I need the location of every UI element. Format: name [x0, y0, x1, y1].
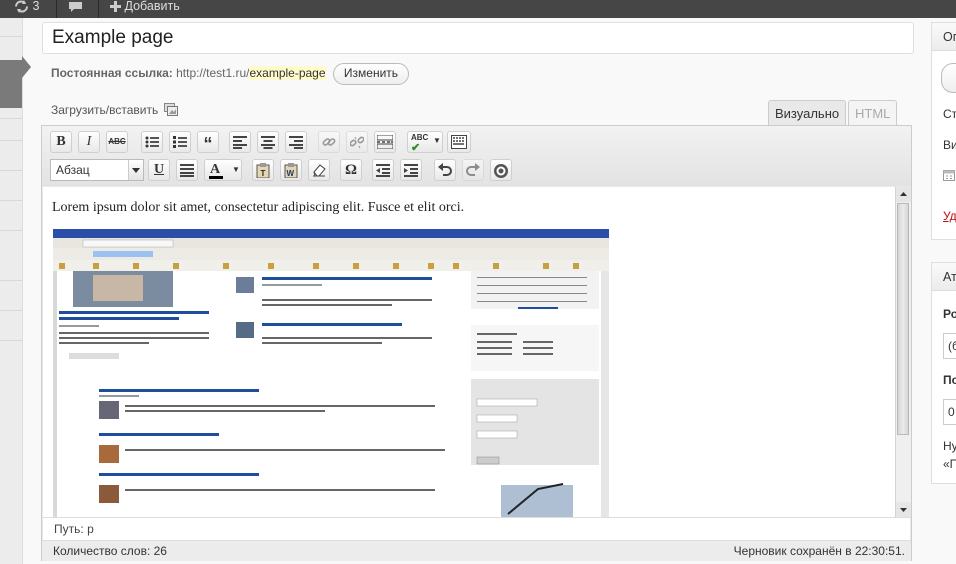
- parent-label: Ро: [943, 307, 956, 321]
- bullet-list-icon[interactable]: [141, 131, 163, 153]
- help-icon[interactable]: [490, 159, 512, 181]
- undo-icon[interactable]: [434, 159, 456, 181]
- comments-item[interactable]: [68, 0, 83, 18]
- plus-icon: [110, 1, 121, 13]
- menu-divider: [0, 200, 22, 201]
- help-text-line2: «П: [943, 457, 956, 471]
- scroll-down-icon[interactable]: [896, 502, 911, 517]
- menu-divider: [0, 280, 22, 281]
- admin-bar: 3 Добавить: [0, 0, 956, 18]
- menu-divider: [0, 140, 22, 141]
- strikethrough-icon[interactable]: ABC: [106, 131, 128, 153]
- help-text-line1: Ну: [943, 439, 956, 453]
- link-icon[interactable]: [318, 131, 340, 153]
- content-paragraph: Lorem ipsum dolor sit amet, consectetur …: [52, 200, 465, 215]
- add-new-item[interactable]: Добавить: [110, 0, 180, 18]
- svg-text:T: T: [261, 169, 266, 178]
- text-color-icon[interactable]: A ▼: [204, 159, 242, 181]
- page-attributes-header[interactable]: Ат: [932, 263, 956, 291]
- order-label: По: [943, 373, 956, 387]
- refresh-icon: [15, 0, 28, 14]
- paste-word-icon[interactable]: W: [280, 159, 302, 181]
- add-media-icon[interactable]: [164, 103, 178, 116]
- element-path-bar: Путь: p: [43, 517, 910, 540]
- calendar-icon: [943, 170, 955, 181]
- indent-icon[interactable]: [400, 159, 422, 181]
- parent-select[interactable]: (б: [943, 333, 956, 359]
- chevron-down-icon[interactable]: [128, 160, 143, 180]
- publish-box-header[interactable]: Оп: [932, 23, 956, 51]
- scrollbar-thumb[interactable]: [897, 203, 909, 435]
- menu-divider: [0, 118, 22, 119]
- editor-status-bar: Количество слов: 26 Черновик сохранён в …: [42, 540, 911, 561]
- underline-icon[interactable]: U: [148, 159, 170, 181]
- visibility-label: Ви: [943, 138, 956, 152]
- bold-icon[interactable]: B: [50, 131, 72, 153]
- svg-text:W: W: [287, 169, 295, 178]
- upload-insert-label: Загрузить/вставить: [51, 103, 159, 117]
- permalink-slug[interactable]: example-page: [249, 66, 326, 81]
- permalink-base: http://test1.ru/: [176, 66, 250, 81]
- spellcheck-icon[interactable]: ABC ✔ ▼: [407, 131, 443, 154]
- editor-content[interactable]: Lorem ipsum dolor sit amet, consectetur …: [43, 187, 895, 517]
- permalink-row: Постоянная ссылка: http://test1.ru/examp…: [51, 63, 410, 85]
- redo-icon[interactable]: [462, 159, 484, 181]
- parent-select-value: (б: [948, 339, 956, 353]
- menu-divider: [0, 170, 22, 171]
- page-attributes-box: Ат Ро (б По 0 Ну «П: [931, 262, 956, 484]
- more-tag-icon[interactable]: [374, 131, 396, 153]
- path-element-p[interactable]: p: [87, 522, 94, 536]
- post-title-input[interactable]: Example page: [42, 22, 914, 54]
- save-draft-button[interactable]: [941, 63, 956, 93]
- edit-slug-button[interactable]: Изменить: [332, 63, 410, 85]
- order-input-value: 0: [948, 405, 955, 419]
- menu-divider: [0, 340, 22, 341]
- menu-divider: [0, 230, 22, 231]
- italic-icon[interactable]: I: [78, 131, 100, 153]
- comment-icon: [69, 1, 82, 12]
- embedded-screenshot-image: [53, 229, 609, 517]
- kitchen-sink-icon[interactable]: [447, 131, 471, 153]
- clear-format-icon[interactable]: [308, 159, 330, 181]
- updates-count: 3: [32, 0, 40, 13]
- editor-scrollbar[interactable]: [895, 187, 911, 517]
- order-input[interactable]: 0: [943, 399, 956, 425]
- outdent-icon[interactable]: [372, 159, 394, 181]
- word-count: Количество слов: 26: [53, 544, 167, 558]
- permalink-label: Постоянная ссылка:: [51, 66, 173, 81]
- menu-item-current[interactable]: [0, 60, 22, 108]
- editor-toolbar: B I ABC “ ABC ✔ ▼ Абзац U A ▼ T W Ω: [42, 126, 911, 186]
- path-label: Путь:: [54, 522, 84, 536]
- tab-visual[interactable]: Визуально: [768, 100, 847, 125]
- admin-bar-separator: [98, 0, 99, 18]
- status-label: Ст: [943, 107, 956, 121]
- justify-icon[interactable]: [176, 159, 198, 181]
- scroll-up-icon[interactable]: [896, 187, 911, 202]
- align-right-icon[interactable]: [285, 131, 307, 153]
- menu-divider: [0, 310, 22, 311]
- align-left-icon[interactable]: [229, 131, 251, 153]
- align-center-icon[interactable]: [257, 131, 279, 153]
- unlink-icon[interactable]: [346, 131, 368, 153]
- admin-bar-separator: [56, 0, 57, 18]
- draft-saved-status: Черновик сохранён в 22:30:51.: [733, 544, 905, 558]
- tab-html[interactable]: HTML: [848, 100, 898, 125]
- format-select-value: Абзац: [56, 163, 90, 177]
- move-to-trash-link[interactable]: Уд: [943, 209, 956, 223]
- special-char-icon[interactable]: Ω: [340, 159, 362, 181]
- menu-divider: [0, 36, 22, 37]
- paste-text-icon[interactable]: T: [252, 159, 274, 181]
- updates-item[interactable]: 3: [14, 0, 39, 18]
- format-select[interactable]: Абзац: [50, 159, 144, 181]
- add-new-label: Добавить: [124, 0, 180, 13]
- admin-menu: [0, 18, 23, 564]
- editor-container: B I ABC “ ABC ✔ ▼ Абзац U A ▼ T W Ω Lore…: [41, 125, 912, 561]
- blockquote-icon[interactable]: “: [197, 131, 219, 154]
- publish-box: Оп Ст Ви Уд: [931, 22, 956, 240]
- numbered-list-icon[interactable]: [169, 131, 191, 153]
- menu-current-arrow: [22, 56, 31, 78]
